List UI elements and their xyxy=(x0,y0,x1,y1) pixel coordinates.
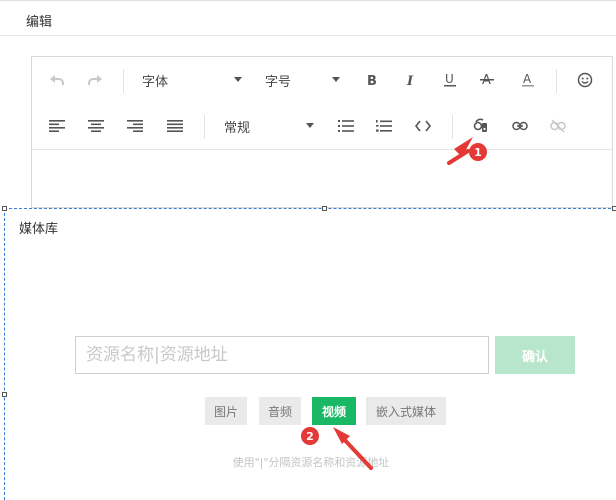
svg-text:A: A xyxy=(523,72,532,86)
media-library-panel: 媒体库 确认 图片 音频 视频 嵌入式媒体 使用"|"分隔资源名称和资源地址 xyxy=(2,206,616,500)
input-hint: 使用"|"分隔资源名称和资源地址 xyxy=(232,456,390,469)
emoji-icon[interactable] xyxy=(577,70,593,90)
toolbar-divider xyxy=(123,69,124,93)
toolbar-row-1: 字体 字号 B I U A A xyxy=(32,57,612,103)
type-button-image[interactable]: 图片 xyxy=(205,397,247,425)
editor-header: 编辑 xyxy=(0,0,616,36)
type-button-video[interactable]: 视频 xyxy=(312,397,356,425)
resize-handle[interactable] xyxy=(2,392,7,397)
font-family-label: 字体 xyxy=(142,74,169,90)
media-library-title: 媒体库 xyxy=(19,222,59,237)
svg-text:U: U xyxy=(445,72,454,86)
rich-text-editor: 字体 字号 B I U A A xyxy=(31,56,613,208)
toolbar-divider xyxy=(556,69,557,93)
underline-icon[interactable]: U xyxy=(442,70,458,90)
bold-icon[interactable]: B xyxy=(364,70,380,90)
font-color-icon[interactable]: A xyxy=(520,70,536,90)
font-size-select[interactable]: 字号 xyxy=(265,70,305,90)
header-title: 编辑 xyxy=(26,15,53,30)
toolbar-row-2: 常规 xyxy=(32,103,612,150)
code-icon[interactable] xyxy=(414,116,432,136)
type-button-audio[interactable]: 音频 xyxy=(259,397,301,425)
align-left-icon[interactable] xyxy=(49,116,65,136)
link-icon[interactable] xyxy=(511,116,529,136)
annotation-badge-2: 2 xyxy=(301,427,319,445)
resource-input[interactable] xyxy=(75,336,489,374)
paragraph-style-select[interactable]: 常规 xyxy=(224,116,264,136)
media-icon[interactable] xyxy=(472,116,490,136)
bullet-list-icon[interactable] xyxy=(338,116,354,136)
paragraph-style-label: 常规 xyxy=(224,120,251,136)
resize-handle[interactable] xyxy=(2,206,7,211)
chevron-down-icon xyxy=(332,77,340,82)
confirm-button[interactable]: 确认 xyxy=(495,336,575,374)
italic-icon[interactable]: I xyxy=(403,70,419,90)
annotation-badge-1: 1 xyxy=(469,143,487,161)
align-right-icon[interactable] xyxy=(127,116,143,136)
redo-icon[interactable] xyxy=(86,70,104,90)
undo-icon[interactable] xyxy=(48,70,66,90)
svg-text:I: I xyxy=(406,74,414,87)
numbered-list-icon[interactable] xyxy=(376,116,392,136)
unlink-icon[interactable] xyxy=(549,116,567,136)
font-family-select[interactable]: 字体 xyxy=(142,70,182,90)
strikethrough-icon[interactable]: A xyxy=(479,70,495,90)
chevron-down-icon xyxy=(306,123,314,128)
chevron-down-icon xyxy=(234,77,242,82)
justify-icon[interactable] xyxy=(167,116,183,136)
type-button-embed[interactable]: 嵌入式媒体 xyxy=(366,397,446,425)
toolbar-divider xyxy=(204,115,205,139)
toolbar-divider xyxy=(452,115,453,139)
font-size-label: 字号 xyxy=(265,74,292,90)
resize-handle[interactable] xyxy=(322,206,327,211)
align-center-icon[interactable] xyxy=(88,116,104,136)
svg-text:B: B xyxy=(367,74,377,87)
resize-handle[interactable] xyxy=(612,206,616,211)
